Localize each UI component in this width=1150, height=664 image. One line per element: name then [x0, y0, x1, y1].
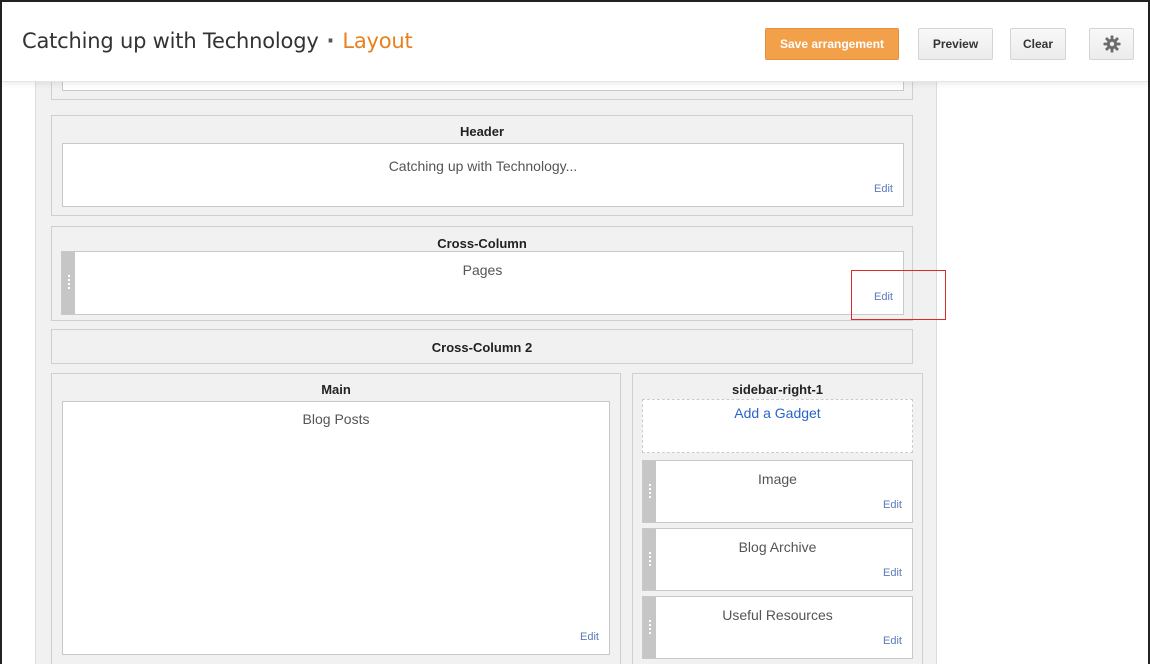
settings-button[interactable] — [1089, 28, 1134, 60]
header-widget[interactable]: Catching up with Technology... Edit — [62, 143, 904, 207]
add-gadget-box[interactable]: Add a Gadget — [642, 399, 913, 453]
pages-widget-name: Pages — [462, 262, 503, 278]
sidebar-section-title: sidebar-right-1 — [731, 382, 823, 397]
add-gadget-link[interactable]: Add a Gadget — [643, 405, 912, 421]
useful-resources-edit-link[interactable]: Edit — [883, 635, 902, 647]
top-bar: Catching up with Technology · Layout Save … — [2, 2, 1148, 82]
image-widget-name: Image — [758, 471, 797, 487]
blog-title: Catching up with Technology — [22, 29, 319, 53]
page-title: Catching up with Technology · Layout — [22, 29, 413, 53]
cross-column-2-section: Cross-Column 2 — [51, 329, 913, 364]
main-section: Main Blog Posts Edit — [51, 373, 621, 664]
blog-archive-edit-link[interactable]: Edit — [883, 567, 902, 579]
image-widget[interactable]: Image Edit — [642, 460, 913, 523]
gear-icon — [1103, 35, 1120, 53]
layout-breadcrumb: Layout — [342, 29, 413, 53]
blog-archive-widget[interactable]: Blog Archive Edit — [642, 528, 913, 591]
blog-posts-edit-link[interactable]: Edit — [580, 631, 599, 643]
blog-archive-widget-name: Blog Archive — [738, 539, 817, 555]
pages-widget[interactable]: Pages Edit — [61, 251, 904, 315]
main-section-title: Main — [321, 382, 351, 397]
header-section: Header Catching up with Technology... Ed… — [51, 115, 913, 216]
clear-button[interactable]: Clear — [1010, 28, 1066, 60]
save-arrangement-button[interactable]: Save arrangement — [765, 28, 899, 60]
pages-edit-link[interactable]: Edit — [874, 291, 893, 303]
title-separator: · — [326, 29, 335, 53]
layout-canvas: Header Catching up with Technology... Ed… — [35, 71, 937, 664]
useful-resources-widget-name: Useful Resources — [722, 607, 833, 623]
header-section-title: Header — [459, 124, 505, 139]
preview-button[interactable]: Preview — [918, 28, 993, 60]
sidebar-section: sidebar-right-1 Add a Gadget Image Edit … — [632, 373, 923, 664]
useful-resources-widget[interactable]: Useful Resources Edit — [642, 596, 913, 659]
blog-posts-widget[interactable]: Blog Posts Edit — [62, 401, 610, 655]
blog-posts-widget-name: Blog Posts — [302, 411, 370, 427]
header-edit-link[interactable]: Edit — [874, 183, 893, 195]
cross-column-section: Cross-Column Pages Edit — [51, 226, 913, 321]
image-edit-link[interactable]: Edit — [883, 499, 902, 511]
cross-column-2-title: Cross-Column 2 — [431, 340, 533, 355]
header-widget-name: Catching up with Technology... — [388, 158, 578, 174]
cross-column-title: Cross-Column — [437, 236, 527, 251]
